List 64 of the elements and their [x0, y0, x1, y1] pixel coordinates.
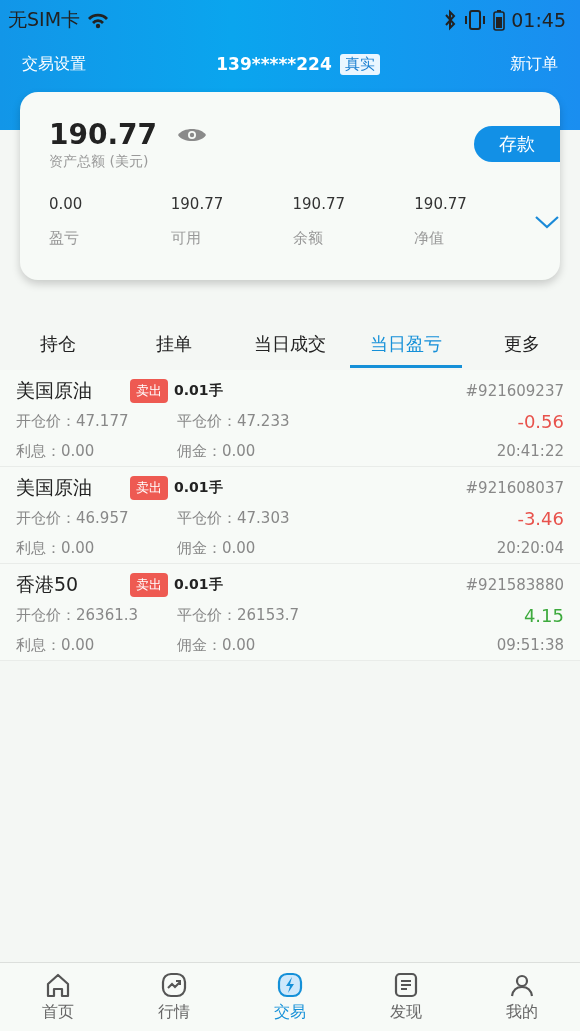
chart-icon [161, 971, 187, 998]
open-price: 开仓价：26361.3 [16, 605, 140, 625]
close-time: 09:51:38 [496, 636, 564, 654]
symbol-name: 美国原油 [16, 475, 93, 500]
open-price: 开仓价：46.957 [16, 508, 130, 528]
stat-value: 190.77 [292, 195, 347, 213]
symbol-name: 美国原油 [16, 378, 93, 403]
stat-label: 余额 [292, 229, 324, 248]
lightning-icon [277, 971, 303, 998]
commission-value: 佣金：0.00 [177, 441, 256, 461]
home-icon [45, 971, 71, 998]
interest-value: 利息：0.00 [16, 635, 96, 655]
open-price: 开仓价：47.177 [16, 411, 130, 431]
sell-tag: 卖出 [130, 379, 168, 403]
commission-value: 佣金：0.00 [177, 538, 256, 558]
carrier-text: 无SIM卡 [8, 7, 81, 32]
symbol-name: 香港50 [16, 572, 80, 597]
interest-value: 利息：0.00 [16, 441, 96, 461]
lot-size: 0.01手 [174, 382, 223, 400]
lot-size: 0.01手 [174, 576, 223, 594]
commission-value: 佣金：0.00 [177, 635, 256, 655]
clock-text: 01:45 [511, 9, 566, 31]
account-type-badge: 真实 [339, 53, 380, 75]
sell-tag: 卖出 [130, 476, 168, 500]
tab[interactable]: 挂单 [136, 322, 212, 368]
document-icon [393, 971, 419, 998]
lot-size: 0.01手 [174, 479, 223, 497]
close-price: 平仓价：47.233 [177, 411, 290, 431]
battery-icon [493, 9, 506, 31]
tab[interactable]: 持仓 [20, 322, 96, 368]
new-order-link[interactable]: 新订单 [510, 53, 558, 75]
deposit-button[interactable]: 存款 [474, 126, 560, 162]
stat-value: 0.00 [49, 195, 84, 213]
profit-value: -0.56 [517, 410, 564, 432]
total-assets-label: 资产总额 (美元) [49, 153, 150, 171]
order-ticket: #921609237 [465, 382, 564, 400]
nav-item[interactable]: 我的 [464, 963, 580, 1031]
settings-link[interactable]: 交易设置 [22, 53, 86, 75]
tab[interactable]: 更多 [484, 322, 560, 368]
order-ticket: #921608037 [465, 479, 564, 497]
stat-label: 净值 [414, 229, 446, 248]
close-price: 平仓价：26153.7 [177, 605, 300, 625]
chevron-down-icon[interactable] [534, 213, 560, 230]
close-time: 20:20:04 [496, 539, 564, 557]
stat-label: 盈亏 [49, 229, 80, 248]
nav-item[interactable]: 交易 [232, 963, 348, 1031]
tab[interactable]: 当日成交 [234, 322, 346, 368]
close-price: 平仓价：47.303 [177, 508, 290, 528]
total-assets-value: 190.77 [49, 118, 158, 151]
account-number: 139*****224 [216, 54, 332, 74]
vibrate-icon [463, 9, 488, 31]
stat-value: 190.77 [414, 195, 468, 213]
close-time: 20:41:22 [496, 442, 564, 460]
interest-value: 利息：0.00 [16, 538, 96, 558]
nav-item[interactable]: 首页 [0, 963, 116, 1031]
profit-value: 4.15 [523, 604, 564, 626]
profit-value: -3.46 [517, 507, 564, 529]
nav-item[interactable]: 发现 [348, 963, 464, 1031]
stat-label: 可用 [170, 229, 202, 248]
stat-value: 190.77 [170, 195, 225, 213]
nav-item[interactable]: 行情 [116, 963, 232, 1031]
sell-tag: 卖出 [130, 573, 168, 597]
order-ticket: #921583880 [465, 576, 564, 594]
bluetooth-icon [443, 9, 458, 31]
